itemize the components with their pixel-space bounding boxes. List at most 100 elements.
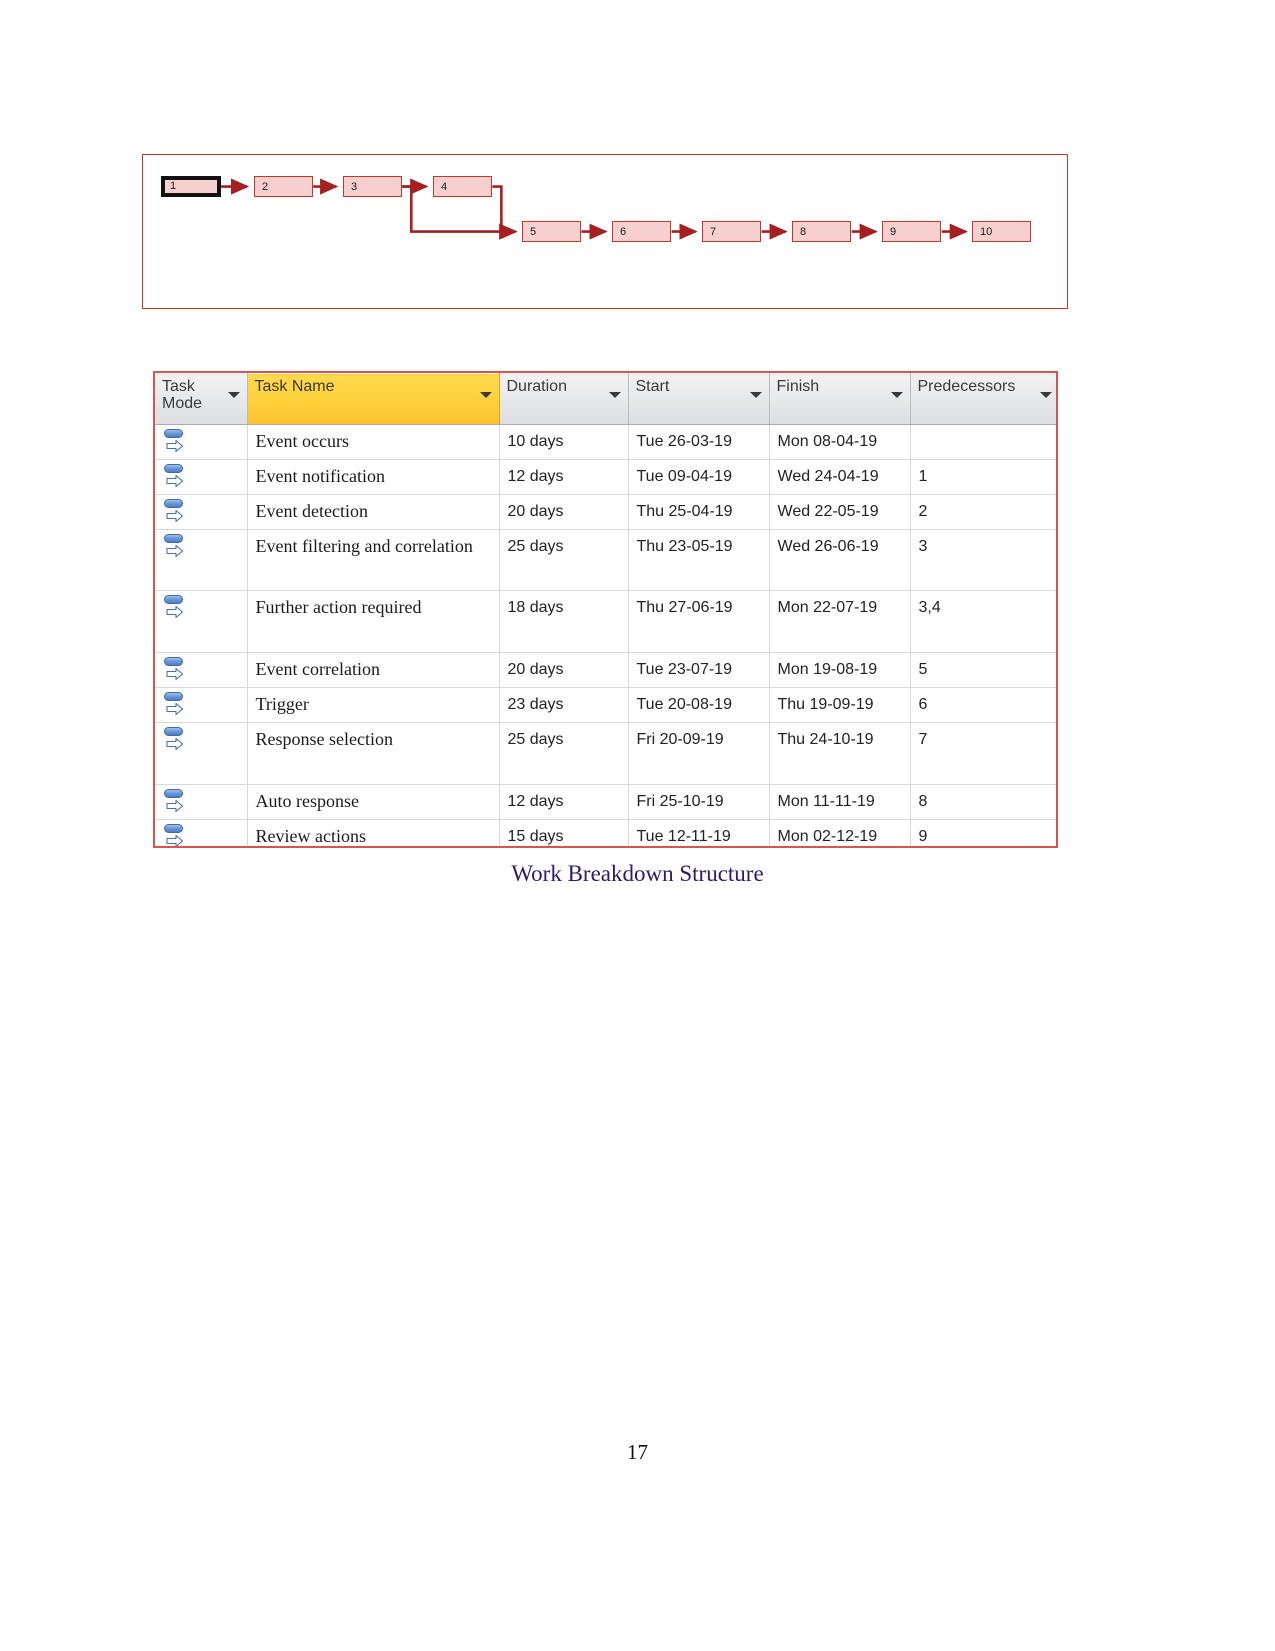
cell-task-mode[interactable] — [155, 784, 248, 820]
auto-scheduled-icon[interactable] — [163, 533, 189, 563]
auto-scheduled-icon[interactable] — [163, 594, 189, 624]
cell-duration[interactable]: 10 days — [499, 424, 629, 460]
cell-task-mode[interactable] — [155, 652, 248, 688]
cell-start[interactable]: Tue 20-08-19 — [628, 687, 770, 723]
cell-predecessors[interactable]: 2 — [910, 494, 1056, 530]
cell-finish[interactable]: Thu 24-10-19 — [769, 722, 911, 785]
cell-predecessors[interactable]: 1 — [910, 459, 1056, 495]
network-node-8[interactable]: 8 — [792, 221, 851, 242]
cell-task-mode[interactable] — [155, 590, 248, 653]
cell-finish[interactable]: Mon 19-08-19 — [769, 652, 911, 688]
cell-task-name[interactable]: Trigger — [247, 687, 500, 723]
auto-scheduled-icon[interactable] — [163, 823, 189, 846]
cell-predecessors[interactable]: 3,4 — [910, 590, 1056, 653]
column-header-duration[interactable]: Duration — [499, 373, 629, 425]
cell-task-name[interactable]: Event notification — [247, 459, 500, 495]
cell-start[interactable]: Thu 23-05-19 — [628, 529, 770, 591]
cell-task-mode[interactable] — [155, 424, 248, 460]
network-node-6[interactable]: 6 — [612, 221, 671, 242]
table-row[interactable]: Auto response 12 days Fri 25-10-19 Mon 11-1… — [155, 784, 1056, 820]
auto-scheduled-icon[interactable] — [163, 428, 189, 458]
cell-task-mode[interactable] — [155, 529, 248, 591]
cell-duration[interactable]: 12 days — [499, 459, 629, 495]
cell-start[interactable]: Tue 26-03-19 — [628, 424, 770, 460]
cell-task-name[interactable]: Review actions — [247, 819, 500, 846]
cell-finish[interactable]: Wed 22-05-19 — [769, 494, 911, 530]
cell-predecessors[interactable] — [910, 424, 1056, 460]
auto-scheduled-icon[interactable] — [163, 726, 189, 756]
cell-predecessors[interactable]: 3 — [910, 529, 1056, 591]
table-row[interactable]: Event notification 12 days Tue 09-04-19 Wed… — [155, 459, 1056, 495]
cell-duration[interactable]: 15 days — [499, 819, 629, 846]
cell-task-mode[interactable] — [155, 494, 248, 530]
cell-finish[interactable]: Wed 24-04-19 — [769, 459, 911, 495]
column-header-task_name[interactable]: Task Name — [247, 373, 500, 425]
cell-task-mode[interactable] — [155, 819, 248, 846]
table-row[interactable]: Event correlation 20 days Tue 23-07-19 Mon … — [155, 652, 1056, 688]
cell-start[interactable]: Tue 12-11-19 — [628, 819, 770, 846]
cell-finish[interactable]: Mon 11-11-19 — [769, 784, 911, 820]
column-header-task_mode[interactable]: Task Mode — [155, 373, 248, 425]
cell-finish[interactable]: Wed 26-06-19 — [769, 529, 911, 591]
table-row[interactable]: Trigger 23 days Tue 20-08-19 Thu 19-09-19 6 — [155, 687, 1056, 723]
cell-predecessors[interactable]: 8 — [910, 784, 1056, 820]
cell-finish[interactable]: Mon 08-04-19 — [769, 424, 911, 460]
cell-duration[interactable]: 18 days — [499, 590, 629, 653]
filter-dropdown-icon[interactable] — [749, 392, 762, 398]
cell-start[interactable]: Fri 20-09-19 — [628, 722, 770, 785]
cell-task-mode[interactable] — [155, 687, 248, 723]
network-node-1[interactable]: 1 — [161, 176, 221, 197]
filter-dropdown-icon[interactable] — [227, 392, 240, 398]
cell-duration[interactable]: 23 days — [499, 687, 629, 723]
auto-scheduled-icon[interactable] — [163, 498, 189, 528]
cell-duration[interactable]: 25 days — [499, 529, 629, 591]
network-node-3[interactable]: 3 — [343, 176, 402, 197]
auto-scheduled-icon[interactable] — [163, 788, 189, 818]
column-header-start[interactable]: Start — [628, 373, 770, 425]
network-node-7[interactable]: 7 — [702, 221, 761, 242]
cell-duration[interactable]: 25 days — [499, 722, 629, 785]
cell-start[interactable]: Tue 23-07-19 — [628, 652, 770, 688]
network-node-2[interactable]: 2 — [254, 176, 313, 197]
cell-finish[interactable]: Mon 22-07-19 — [769, 590, 911, 653]
filter-dropdown-icon[interactable] — [479, 392, 492, 398]
cell-task-name[interactable]: Response selection — [247, 722, 500, 785]
cell-task-name[interactable]: Event detection — [247, 494, 500, 530]
table-row[interactable]: Event occurs 10 days Tue 26-03-19 Mon 08-04… — [155, 424, 1056, 460]
network-node-5[interactable]: 5 — [522, 221, 581, 242]
cell-predecessors[interactable]: 5 — [910, 652, 1056, 688]
table-row[interactable]: Review actions 15 days Tue 12-11-19 Mon 02-… — [155, 819, 1056, 846]
table-row[interactable]: Event filtering and correlation 25 days Th… — [155, 529, 1056, 591]
cell-duration[interactable]: 20 days — [499, 652, 629, 688]
cell-start[interactable]: Thu 25-04-19 — [628, 494, 770, 530]
cell-start[interactable]: Thu 27-06-19 — [628, 590, 770, 653]
cell-predecessors[interactable]: 7 — [910, 722, 1056, 785]
cell-start[interactable]: Fri 25-10-19 — [628, 784, 770, 820]
table-row[interactable]: Further action required 18 days Thu 27-06-… — [155, 590, 1056, 653]
cell-predecessors[interactable]: 6 — [910, 687, 1056, 723]
filter-dropdown-icon[interactable] — [1039, 392, 1052, 398]
cell-task-name[interactable]: Further action required — [247, 590, 500, 653]
cell-duration[interactable]: 12 days — [499, 784, 629, 820]
cell-task-name[interactable]: Auto response — [247, 784, 500, 820]
cell-predecessors[interactable]: 9 — [910, 819, 1056, 846]
cell-finish[interactable]: Thu 19-09-19 — [769, 687, 911, 723]
table-row[interactable]: Event detection 20 days Thu 25-04-19 Wed 22… — [155, 494, 1056, 530]
cell-duration[interactable]: 20 days — [499, 494, 629, 530]
table-row[interactable]: Response selection 25 days Fri 20-09-19 Thu… — [155, 722, 1056, 785]
cell-task-name[interactable]: Event filtering and correlation — [247, 529, 500, 591]
filter-dropdown-icon[interactable] — [890, 392, 903, 398]
network-node-4[interactable]: 4 — [433, 176, 492, 197]
column-header-finish[interactable]: Finish — [769, 373, 911, 425]
filter-dropdown-icon[interactable] — [608, 392, 621, 398]
cell-finish[interactable]: Mon 02-12-19 — [769, 819, 911, 846]
cell-task-name[interactable]: Event occurs — [247, 424, 500, 460]
cell-task-mode[interactable] — [155, 459, 248, 495]
cell-start[interactable]: Tue 09-04-19 — [628, 459, 770, 495]
auto-scheduled-icon[interactable] — [163, 656, 189, 686]
auto-scheduled-icon[interactable] — [163, 463, 189, 493]
column-header-predecessors[interactable]: Predecessors — [910, 373, 1056, 425]
auto-scheduled-icon[interactable] — [163, 691, 189, 721]
cell-task-name[interactable]: Event correlation — [247, 652, 500, 688]
cell-task-mode[interactable] — [155, 722, 248, 785]
